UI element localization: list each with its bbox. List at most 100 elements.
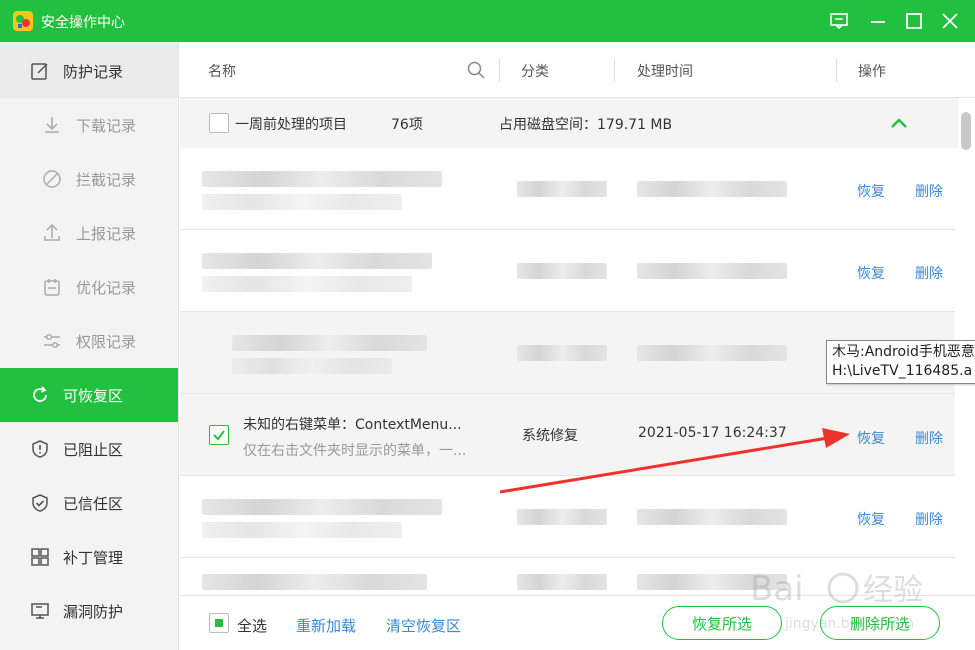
baidu-watermark: Bai 经验 jingyan.baidu.com	[750, 569, 923, 632]
sidebar-item-label: 权限记录	[76, 332, 137, 351]
sidebar-item-permission-records[interactable]: 权限记录	[0, 314, 178, 368]
tooltip: 木马:Android手机恶意 H:\LiveTV_116485.a	[826, 340, 975, 384]
sidebar: 防护记录 下载记录 拦截记录 上报记录 优化记录 权限记录 可恢复区 已阻止区 …	[0, 42, 179, 650]
sidebar-item-label: 可恢复区	[63, 386, 124, 405]
feedback-icon[interactable]	[829, 11, 849, 31]
row-checkbox-checked[interactable]	[209, 425, 229, 445]
refresh-icon	[33, 386, 47, 402]
column-header-name[interactable]: 名称	[208, 61, 236, 81]
column-divider	[499, 58, 500, 82]
table-row-selected[interactable]: 未知的右键菜单：ContextMenu... 仅在右击文件夹时显示的菜单，一..…	[180, 394, 955, 476]
shield-check-icon	[32, 494, 48, 512]
select-all-label[interactable]: 全选	[237, 615, 267, 636]
close-icon[interactable]	[940, 11, 960, 31]
blurred-name	[202, 499, 442, 515]
chevron-up-icon[interactable]	[888, 112, 910, 134]
delete-link[interactable]: 删除	[915, 428, 943, 448]
sidebar-item-patch-management[interactable]: 补丁管理	[0, 530, 178, 584]
blurred-time	[637, 509, 787, 525]
restore-link[interactable]: 恢复	[857, 509, 885, 529]
sidebar-item-label: 防护记录	[63, 62, 124, 81]
sidebar-item-blocked-zone[interactable]: 已阻止区	[0, 422, 178, 476]
blurred-name	[202, 574, 427, 590]
edit-icon	[31, 63, 48, 80]
column-divider	[614, 58, 615, 82]
sidebar-item-label: 已阻止区	[63, 440, 124, 459]
restore-link[interactable]: 恢复	[857, 428, 885, 448]
grid-icon	[31, 548, 49, 566]
block-icon	[43, 170, 61, 188]
minimize-icon[interactable]	[868, 11, 888, 31]
sidebar-item-label: 拦截记录	[76, 170, 137, 189]
blurred-category	[517, 509, 607, 525]
sidebar-item-protection-records[interactable]: 防护记录	[0, 44, 178, 98]
table-row[interactable]: 恢复 删除	[180, 148, 955, 230]
sidebar-item-trusted-zone[interactable]: 已信任区	[0, 476, 178, 530]
blurred-time	[637, 345, 787, 361]
table-row[interactable]: 恢复 删除	[180, 230, 955, 312]
group-row[interactable]: 一周前处理的项目 76项 占用磁盘空间：179.71 MB	[180, 98, 960, 148]
column-header-time[interactable]: 处理时间	[637, 61, 693, 81]
delete-link[interactable]: 删除	[915, 263, 943, 283]
sidebar-item-label: 优化记录	[76, 278, 137, 297]
partial-check-indicator	[215, 619, 223, 627]
app-logo-icon	[13, 11, 33, 31]
column-header-action: 操作	[858, 64, 886, 80]
row-time: 2021-05-17 16:24:37	[638, 425, 787, 441]
blurred-time	[637, 181, 787, 197]
row-subtitle: 仅在右击文件夹时显示的菜单，一...	[243, 443, 467, 459]
blurred-description	[232, 358, 392, 374]
shield-alert-icon	[32, 440, 48, 458]
group-label: 一周前处理的项目	[235, 117, 347, 133]
tooltip-line-1: 木马:Android手机恶意	[832, 344, 975, 360]
svg-text:jingyan.baidu.com: jingyan.baidu.com	[784, 616, 914, 632]
sidebar-item-label: 上报记录	[76, 224, 137, 243]
row-category: 系统修复	[522, 428, 578, 444]
sidebar-item-recoverable-zone[interactable]: 可恢复区	[0, 368, 178, 422]
reload-link[interactable]: 重新加载	[296, 615, 356, 636]
blurred-category	[517, 574, 607, 590]
permission-icon	[44, 334, 60, 348]
scrollbar-thumb[interactable]	[961, 112, 971, 150]
sidebar-item-block-records[interactable]: 拦截记录	[0, 152, 178, 206]
table-row[interactable]: 恢复 删除	[180, 476, 955, 558]
table-header: 名称 分类 处理时间 操作	[180, 42, 975, 98]
monitor-icon	[31, 603, 49, 619]
sidebar-item-label: 已信任区	[63, 494, 124, 513]
blurred-description	[202, 194, 402, 210]
sidebar-item-report-records[interactable]: 上报记录	[0, 206, 178, 260]
restore-link[interactable]: 恢复	[857, 263, 885, 283]
blurred-description	[202, 522, 402, 538]
app-title: 安全操作中心	[41, 15, 125, 31]
restore-link[interactable]: 恢复	[857, 181, 885, 201]
download-icon	[45, 117, 59, 133]
delete-link[interactable]: 删除	[915, 509, 943, 529]
svg-text:经验: 经验	[863, 573, 923, 608]
title-bar: 安全操作中心	[0, 0, 975, 42]
delete-link[interactable]: 删除	[915, 181, 943, 201]
clear-recovery-link[interactable]: 清空恢复区	[386, 615, 461, 636]
column-header-category[interactable]: 分类	[521, 61, 549, 81]
blurred-name	[232, 335, 427, 351]
blurred-name	[202, 171, 442, 187]
group-disk-usage: 占用磁盘空间：179.71 MB	[499, 117, 673, 133]
blurred-category	[517, 181, 607, 197]
maximize-icon[interactable]	[904, 11, 924, 31]
blurred-name	[202, 253, 432, 269]
upload-icon	[44, 223, 60, 241]
column-divider	[836, 58, 837, 82]
tooltip-line-2: H:\LiveTV_116485.a	[832, 363, 973, 379]
sidebar-item-optimize-records[interactable]: 优化记录	[0, 260, 178, 314]
sidebar-item-download-records[interactable]: 下载记录	[0, 98, 178, 152]
calendar-icon	[44, 279, 60, 296]
group-checkbox[interactable]	[209, 113, 229, 133]
blurred-category	[517, 345, 607, 361]
row-title: 未知的右键菜单：ContextMenu...	[243, 417, 462, 433]
blurred-time	[637, 263, 787, 279]
select-all-checkbox[interactable]	[209, 613, 229, 633]
group-count: 76项	[391, 117, 423, 133]
search-icon[interactable]	[466, 60, 486, 80]
sidebar-item-vulnerability-protection[interactable]: 漏洞防护	[0, 584, 178, 638]
check-icon	[213, 430, 225, 441]
blurred-category	[517, 263, 607, 279]
